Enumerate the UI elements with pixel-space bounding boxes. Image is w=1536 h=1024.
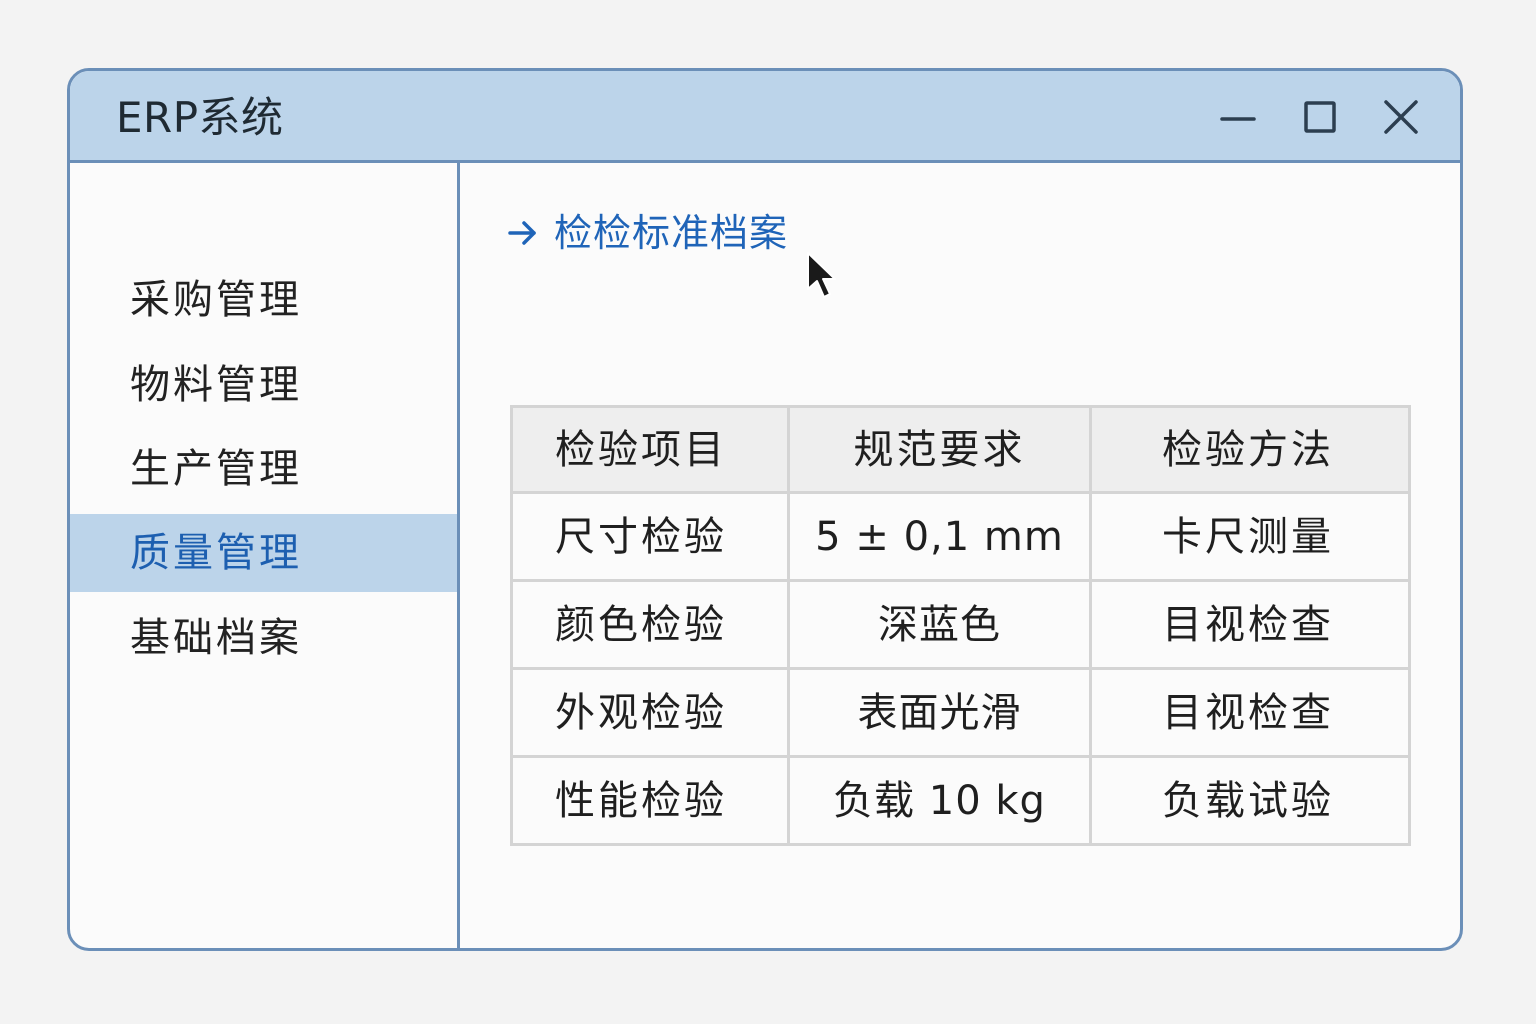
main-content: 检检标准档案 检验项目 规范要求 检验方法 尺寸检验 5 ± 0,1 mm 卡尺… [460,163,1460,948]
table-row[interactable]: 外观检验 表面光滑 目视检查 [510,667,1411,758]
breadcrumb-label: 检检标准档案 [554,211,789,255]
sidebar-item-quality[interactable]: 质量管理 [70,514,457,592]
sidebar-item-label: 采购管理 [130,277,302,323]
erp-window: ERP系统 采购管理 物料管理 生产管理 质量管理 基础档案 检检标准档案 检验… [67,68,1463,951]
data-table: 检验项目 规范要求 检验方法 尺寸检验 5 ± 0,1 mm 卡尺测量 颜色检验… [510,405,1411,846]
column-header-item[interactable]: 检验项目 [510,405,790,494]
sidebar-item-production[interactable]: 生产管理 [70,430,457,508]
table-row[interactable]: 性能检验 负载 10 kg 负载试验 [510,755,1411,846]
sidebar-item-label: 基础档案 [130,615,302,661]
maximize-icon [1304,101,1336,133]
close-button[interactable] [1377,93,1425,141]
breadcrumb[interactable]: 检检标准档案 [506,208,788,258]
sidebar-item-materials[interactable]: 物料管理 [70,346,457,424]
maximize-button[interactable] [1296,93,1344,141]
cell-requirement: 表面光滑 [787,667,1092,758]
cell-item: 性能检验 [510,755,790,846]
table-header-row: 检验项目 规范要求 检验方法 [510,405,1411,494]
title-bar: ERP系统 [70,71,1460,163]
minimize-button[interactable] [1214,93,1262,141]
inspection-standards-table: 检验项目 规范要求 检验方法 尺寸检验 5 ± 0,1 mm 卡尺测量 颜色检验… [510,405,1411,846]
cell-method: 目视检查 [1089,667,1411,758]
cell-requirement: 5 ± 0,1 mm [787,491,1092,582]
app-title: ERP系统 [116,93,284,142]
sidebar-item-label: 生产管理 [130,446,302,492]
sidebar-item-label: 质量管理 [130,530,302,576]
cell-requirement: 深蓝色 [787,579,1092,670]
cell-method: 目视检查 [1089,579,1411,670]
sidebar-item-label: 物料管理 [130,362,302,408]
sidebar: 采购管理 物料管理 生产管理 质量管理 基础档案 [70,163,460,948]
mouse-cursor-icon [807,252,836,298]
close-icon [1384,100,1418,134]
column-header-method[interactable]: 检验方法 [1089,405,1411,494]
column-header-requirement[interactable]: 规范要求 [787,405,1092,494]
table-row[interactable]: 尺寸检验 5 ± 0,1 mm 卡尺测量 [510,491,1411,582]
cell-item: 外观检验 [510,667,790,758]
cell-method: 卡尺测量 [1089,491,1411,582]
cell-requirement: 负载 10 kg [787,755,1092,846]
sidebar-item-master-data[interactable]: 基础档案 [70,599,457,677]
cell-method: 负载试验 [1089,755,1411,846]
minimize-icon [1220,117,1256,121]
arrow-right-icon [508,221,536,245]
cell-item: 颜色检验 [510,579,790,670]
cell-item: 尺寸检验 [510,491,790,582]
sidebar-item-procurement[interactable]: 采购管理 [70,261,457,339]
table-row[interactable]: 颜色检验 深蓝色 目视检查 [510,579,1411,670]
